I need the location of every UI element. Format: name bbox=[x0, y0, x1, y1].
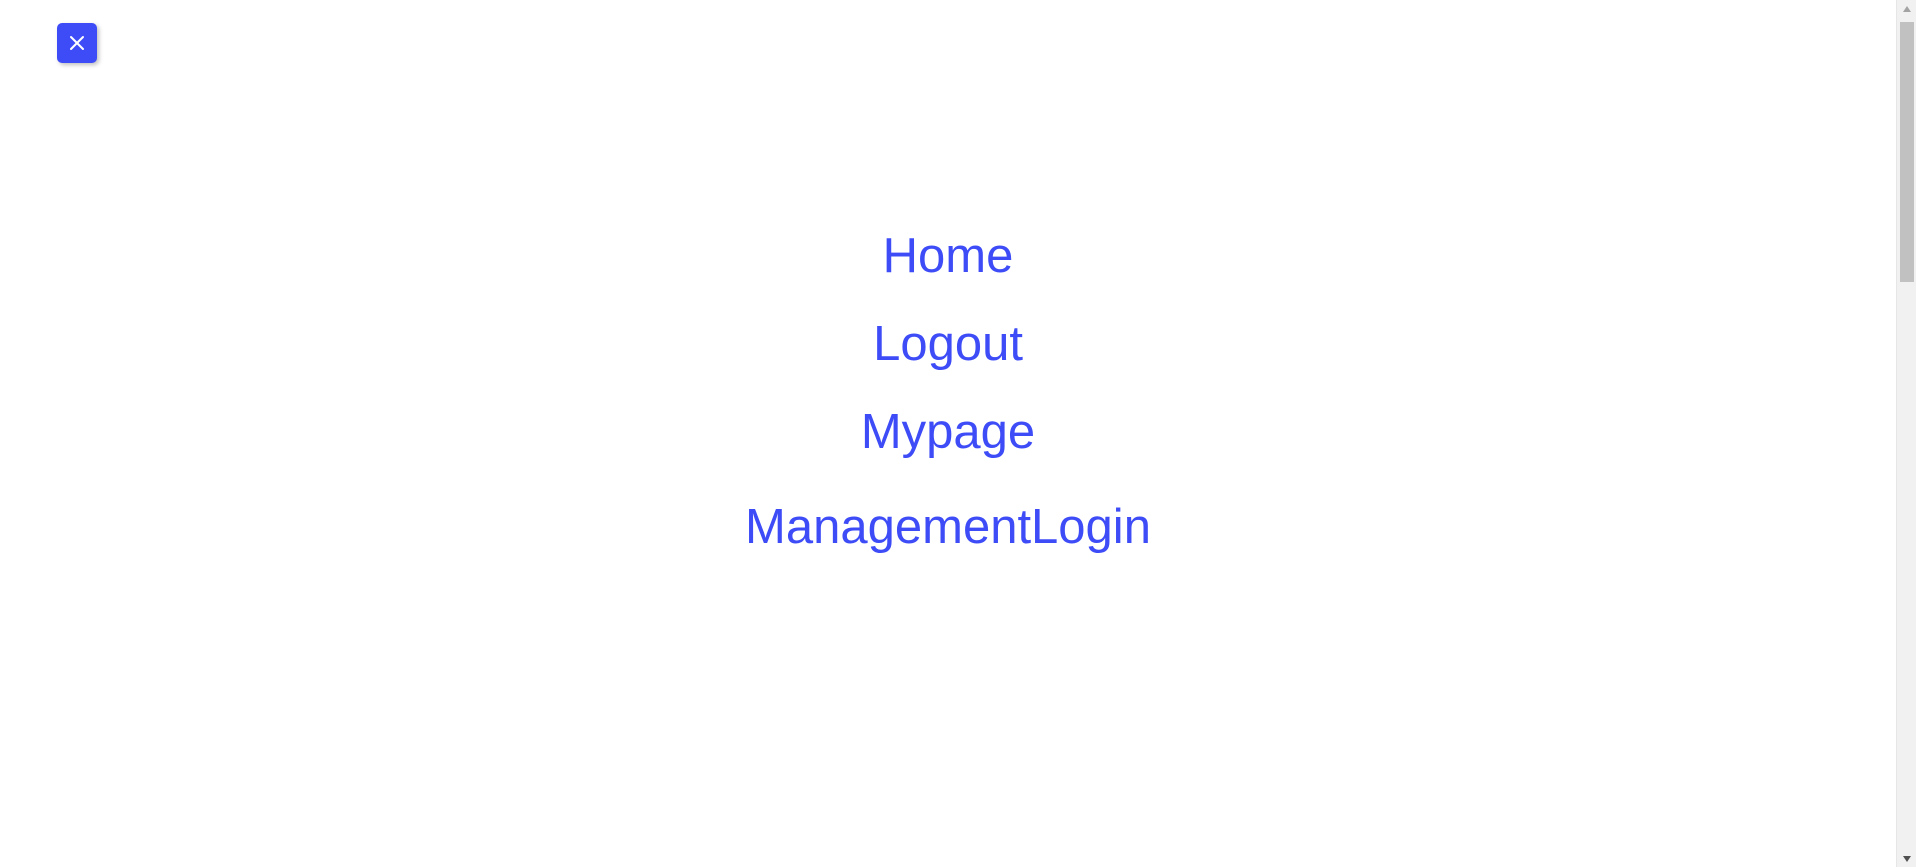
nav-menu: Home Logout Mypage ManagementLogin bbox=[0, 228, 1896, 555]
page: Home Logout Mypage ManagementLogin bbox=[0, 0, 1916, 867]
navigation-overlay: Home Logout Mypage ManagementLogin bbox=[0, 0, 1896, 867]
close-menu-button[interactable] bbox=[57, 23, 97, 63]
triangle-down-icon bbox=[1903, 855, 1911, 862]
scroll-down-button[interactable] bbox=[1897, 850, 1916, 867]
triangle-up-icon bbox=[1903, 5, 1911, 12]
close-icon bbox=[70, 36, 84, 50]
nav-link-management-login[interactable]: ManagementLogin bbox=[745, 499, 1151, 555]
vertical-scrollbar[interactable] bbox=[1896, 0, 1916, 867]
scroll-up-button[interactable] bbox=[1897, 0, 1916, 17]
nav-link-home[interactable]: Home bbox=[883, 228, 1014, 284]
scroll-thumb[interactable] bbox=[1900, 22, 1914, 282]
nav-link-logout[interactable]: Logout bbox=[873, 316, 1023, 372]
nav-link-mypage[interactable]: Mypage bbox=[861, 404, 1035, 460]
